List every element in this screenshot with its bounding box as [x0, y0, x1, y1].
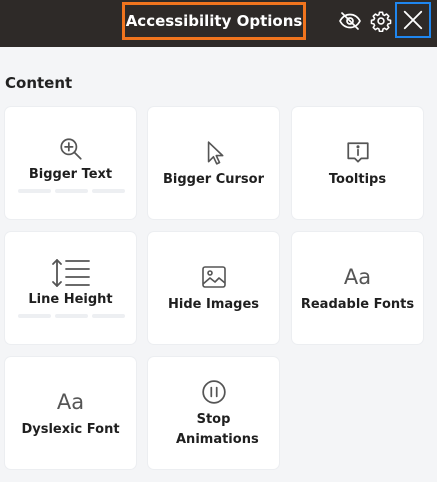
panel-header: Accessibility Options	[0, 0, 437, 47]
bigger-cursor-button[interactable]: Bigger Cursor	[148, 107, 279, 219]
close-icon	[403, 10, 423, 30]
bigger-text-button[interactable]: Bigger Text	[5, 107, 136, 219]
zoom-in-icon	[5, 136, 136, 162]
card-label: Hide Images	[168, 297, 259, 312]
card-label: Stop Animations	[176, 412, 259, 447]
panel-title: Accessibility Options	[122, 2, 306, 40]
readable-fonts-button[interactable]: Aa Readable Fonts	[292, 232, 423, 344]
cursor-icon	[148, 140, 279, 166]
line-height-icon	[5, 258, 136, 288]
line-height-button[interactable]: Line Height	[5, 232, 136, 344]
section-title: Content	[5, 74, 73, 92]
font-icon: Aa	[56, 390, 85, 414]
dyslexic-font-button[interactable]: Aa Dyslexic Font	[5, 357, 136, 469]
pause-icon	[148, 379, 279, 405]
font-icon: Aa	[343, 265, 372, 289]
accessibility-panel: Accessibility Options Content Bigger Tex…	[0, 0, 437, 482]
close-button[interactable]	[395, 2, 431, 38]
tooltip-icon	[292, 140, 423, 166]
card-label: Tooltips	[328, 172, 387, 187]
card-label: Dyslexic Font	[21, 422, 120, 437]
gear-icon[interactable]	[368, 8, 394, 34]
hide-images-button[interactable]: Hide Images	[148, 232, 279, 344]
stop-animations-button[interactable]: Stop Animations	[148, 357, 279, 469]
tooltips-button[interactable]: Tooltips	[292, 107, 423, 219]
level-indicator	[18, 189, 125, 193]
image-icon	[148, 265, 279, 289]
card-label: Bigger Text	[28, 167, 113, 182]
card-label: Bigger Cursor	[162, 172, 265, 187]
card-label: Line Height	[28, 292, 113, 307]
card-label: Readable Fonts	[300, 297, 415, 312]
level-indicator	[18, 314, 125, 318]
eye-slash-icon[interactable]	[337, 8, 363, 34]
